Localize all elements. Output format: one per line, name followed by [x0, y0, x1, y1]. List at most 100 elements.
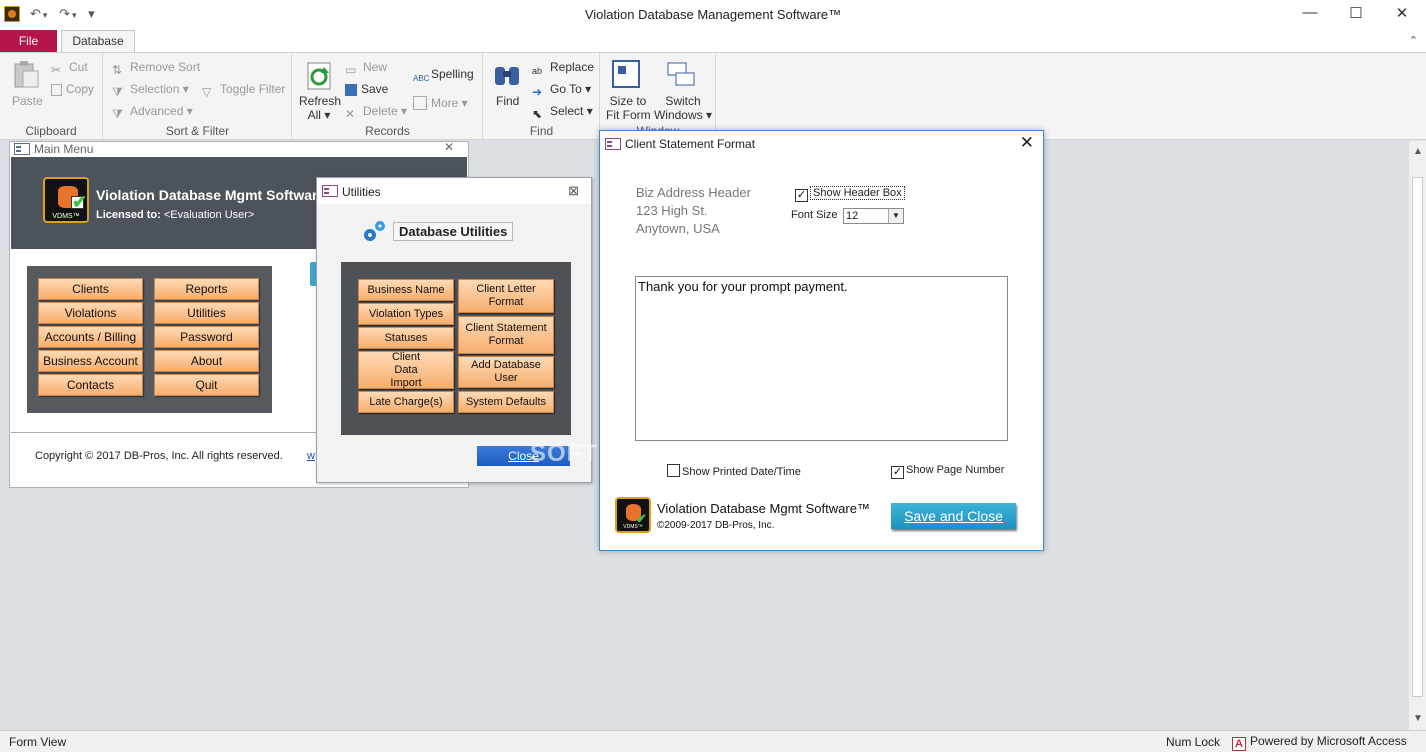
switch-label: Switch: [665, 94, 701, 108]
delete-label: Delete: [363, 104, 398, 118]
utilities-window: Utilities ⊠ Database Utilities Business …: [316, 177, 592, 483]
main-menu-close-icon[interactable]: ✕: [444, 140, 454, 154]
violations-button[interactable]: Violations: [38, 302, 143, 324]
records-group-label: Records: [365, 124, 410, 138]
client-data-import-button[interactable]: Client Data Import: [358, 351, 454, 389]
form-icon: [322, 185, 338, 197]
more-button[interactable]: More ▾: [413, 96, 468, 110]
advanced-button[interactable]: ⧩ Advanced ▾: [112, 104, 193, 121]
form-icon: [605, 138, 621, 150]
remove-sort-button[interactable]: ⇅ Remove Sort: [112, 60, 200, 77]
selection-button[interactable]: ⧩ Selection ▾: [112, 82, 189, 99]
add-database-user-button[interactable]: Add Database User: [458, 356, 554, 388]
toggle-filter-button[interactable]: ▽ Toggle Filter: [202, 82, 285, 99]
accounts-billing-button[interactable]: Accounts / Billing: [38, 326, 143, 348]
vertical-scrollbar[interactable]: ▲ ▼: [1408, 141, 1426, 730]
remove-sort-label: Remove Sort: [130, 60, 201, 74]
licensed-label: Licensed to:: [96, 209, 161, 221]
scroll-thumb[interactable]: [1412, 177, 1423, 697]
toggle-filter-label: Toggle Filter: [220, 82, 286, 96]
window-title: Violation Database Management Software™: [584, 7, 842, 22]
main-menu-copyright: Copyright © 2017 DB-Pros, Inc. All right…: [35, 450, 283, 462]
cut-label: Cut: [69, 60, 88, 74]
replace-icon: ab: [532, 66, 543, 76]
client-letter-format-button[interactable]: Client Letter Format: [458, 279, 554, 313]
chevron-down-icon[interactable]: ▼: [888, 209, 903, 223]
goto-button[interactable]: ➜ Go To ▾: [532, 82, 591, 99]
copy-button[interactable]: Copy: [51, 82, 94, 96]
font-size-select[interactable]: 12 ▼: [843, 208, 904, 224]
main-menu-title: Main Menu: [34, 142, 94, 156]
client-statement-format-window: Client Statement Format ✕ Biz Address He…: [599, 130, 1044, 551]
scroll-down-icon[interactable]: ▼: [1409, 710, 1426, 728]
late-charges-button[interactable]: Late Charge(s): [358, 391, 454, 413]
select-button[interactable]: ⬉ Select ▾: [532, 104, 593, 121]
tab-database[interactable]: Database: [61, 30, 135, 53]
checkbox-unchecked-icon[interactable]: [667, 464, 680, 477]
violation-types-button[interactable]: Violation Types: [358, 303, 454, 325]
delete-record-button[interactable]: ✕ Delete ▾: [345, 104, 407, 121]
checkbox-checked-icon[interactable]: ✓: [795, 189, 808, 202]
save-record-button[interactable]: Save: [345, 82, 388, 96]
reports-button[interactable]: Reports: [154, 278, 259, 300]
sort-filter-group-label: Sort & Filter: [165, 124, 230, 138]
utilities-close-icon[interactable]: ⊠: [568, 183, 579, 199]
advanced-label: Advanced: [130, 104, 184, 118]
clients-button[interactable]: Clients: [38, 278, 143, 300]
utilities-button[interactable]: Utilities: [154, 302, 259, 324]
copy-icon: [51, 84, 62, 96]
group-find: Find ab Replace ➜ Go To ▾ ⬉ Select ▾ Find: [484, 53, 600, 140]
font-size-value: 12: [846, 210, 859, 222]
find-button[interactable]: Find: [496, 94, 519, 108]
show-page-number-checkbox[interactable]: ✓ Show Page Number: [891, 464, 1004, 479]
save-and-close-button[interactable]: Save and Close: [891, 503, 1016, 529]
new-record-button[interactable]: ▭ New: [345, 60, 387, 77]
business-account-button[interactable]: Business Account: [38, 350, 143, 372]
vdms-logo: ✔ VDMS™: [43, 177, 89, 223]
minimize-button[interactable]: —: [1287, 4, 1333, 21]
gears-icon: [364, 221, 385, 241]
replace-button[interactable]: ab Replace: [532, 60, 594, 80]
ribbon: Paste ✂ Cut Copy Clipboard ⇅ Remove Sort ⧩…: [0, 52, 1426, 140]
cut-button[interactable]: ✂ Cut: [51, 60, 88, 77]
access-icon: A: [1232, 737, 1246, 751]
website-link[interactable]: w: [307, 450, 315, 462]
size-to-label: Size to: [609, 94, 647, 108]
save-icon: [345, 84, 357, 96]
spelling-button[interactable]: ABC Spelling: [413, 67, 474, 88]
about-button[interactable]: About: [154, 350, 259, 372]
selection-filter-icon: ⧩: [112, 85, 123, 99]
more-icon: [413, 96, 427, 110]
close-button[interactable]: ✕: [1379, 4, 1425, 22]
collapse-ribbon-icon[interactable]: ⌃: [1409, 34, 1418, 47]
status-bar: Form View Num Lock A Powered by Microsoft…: [0, 730, 1426, 752]
business-name-button[interactable]: Business Name: [358, 279, 454, 301]
maximize-button[interactable]: ☐: [1333, 4, 1379, 22]
statuses-button[interactable]: Statuses: [358, 327, 454, 349]
quit-button[interactable]: Quit: [154, 374, 259, 396]
csf-close-icon[interactable]: ✕: [1020, 133, 1034, 153]
client-statement-format-button[interactable]: Client Statement Format: [458, 316, 554, 354]
find-group-label: Find: [529, 124, 554, 138]
password-button[interactable]: Password: [154, 326, 259, 348]
switch-windows-button[interactable]: Switch Windows ▾: [653, 94, 713, 122]
tab-file[interactable]: File: [0, 30, 57, 52]
scroll-up-icon[interactable]: ▲: [1409, 143, 1426, 161]
csf-title: Client Statement Format: [625, 137, 756, 151]
size-to-fit-button[interactable]: Size to Fit Form: [606, 94, 651, 122]
paste-button[interactable]: Paste: [12, 94, 43, 108]
address-line-3: Anytown, USA: [636, 221, 720, 236]
main-menu-app-title: Violation Database Mgmt Software™: [96, 187, 340, 203]
cursor-icon: ⬉: [532, 107, 543, 121]
address-line-2: 123 High St.: [636, 203, 708, 218]
vdms-logo: ✔ VDMS™: [615, 497, 651, 533]
csf-titlebar: Client Statement Format ✕: [600, 131, 1043, 157]
statement-message-textarea[interactable]: Thank you for your prompt payment.: [635, 276, 1008, 441]
contacts-button[interactable]: Contacts: [38, 374, 143, 396]
refresh-all-button[interactable]: Refresh All ▾: [299, 94, 341, 122]
show-header-box-checkbox[interactable]: ✓ Show Header Box: [795, 186, 905, 202]
checkbox-checked-icon[interactable]: ✓: [891, 466, 904, 479]
show-printed-date-checkbox[interactable]: Show Printed Date/Time: [667, 464, 801, 478]
system-defaults-button[interactable]: System Defaults: [458, 391, 554, 413]
licensed-to: Licensed to: <Evaluation User>: [96, 209, 254, 221]
